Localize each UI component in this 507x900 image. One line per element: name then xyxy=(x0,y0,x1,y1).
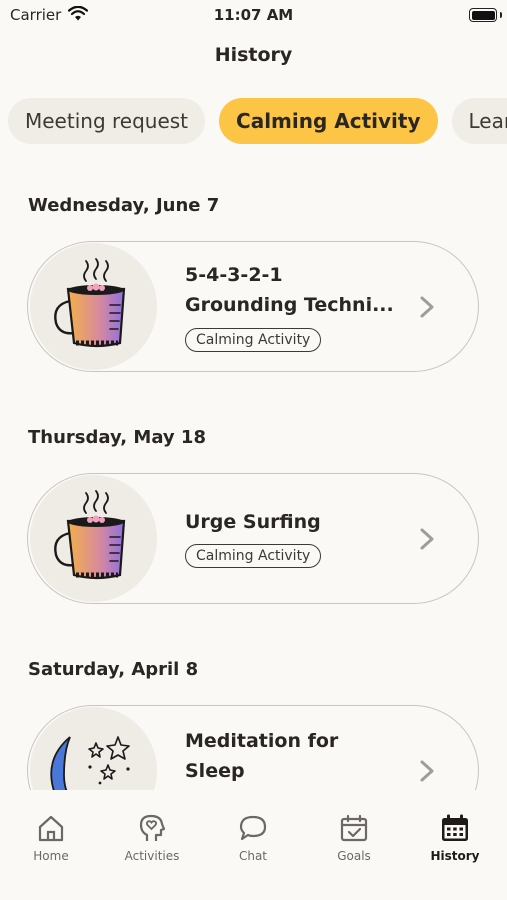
section-date: Thursday, May 18 xyxy=(28,427,206,448)
card-title: 5-4-3-2-1 Grounding Techni... xyxy=(185,264,394,316)
tab-label: Chat xyxy=(238,849,268,863)
home-icon xyxy=(38,815,64,842)
card-category-tag: Calming Activity xyxy=(185,328,322,352)
chevron-right-icon xyxy=(420,528,434,550)
history-card-grounding[interactable]: 5-4-3-2-1 Grounding Techni... Calming Ac… xyxy=(27,241,479,372)
coffee-cup-icon xyxy=(30,475,157,602)
filter-chip-bar[interactable]: Meeting request Calming Activity Learn w xyxy=(8,98,507,144)
tab-history[interactable]: History xyxy=(415,812,495,863)
tab-home[interactable]: Home xyxy=(11,812,91,863)
coffee-cup-icon xyxy=(30,243,157,370)
page-title: History xyxy=(214,44,293,66)
filter-chip-meeting-request[interactable]: Meeting request xyxy=(8,98,206,144)
chevron-right-icon xyxy=(420,760,434,782)
filter-chip-calming-activity[interactable]: Calming Activity xyxy=(219,98,438,144)
card-title: Meditation for Sleep xyxy=(185,730,339,782)
chevron-right-icon xyxy=(420,296,434,318)
history-card-urge-surfing[interactable]: Urge Surfing Calming Activity xyxy=(27,473,479,604)
calendar-check-icon xyxy=(340,814,368,842)
clock: 11:07 AM xyxy=(213,6,294,24)
section-date: Wednesday, June 7 xyxy=(28,195,220,216)
filter-chip-learn[interactable]: Learn w xyxy=(451,98,507,144)
tab-label: Home xyxy=(33,849,69,863)
battery-icon xyxy=(469,8,497,22)
card-title: Urge Surfing xyxy=(185,511,321,533)
tab-label: Goals xyxy=(337,849,371,863)
tab-goals[interactable]: Goals xyxy=(314,812,394,863)
tab-chat[interactable]: Chat xyxy=(213,812,293,863)
status-bar: Carrier 11:07 AM xyxy=(0,0,507,30)
tab-activities[interactable]: Activities xyxy=(112,812,192,863)
section-date: Saturday, April 8 xyxy=(28,659,199,680)
tab-label: Activities xyxy=(124,849,180,863)
chat-bubble-icon xyxy=(239,815,267,841)
tab-label: History xyxy=(430,849,480,863)
head-heart-icon xyxy=(139,814,166,841)
calendar-icon xyxy=(442,814,468,841)
bottom-tab-bar: Home Activities Chat Goals History xyxy=(0,790,507,900)
card-category-tag: Calming Activity xyxy=(185,544,322,568)
